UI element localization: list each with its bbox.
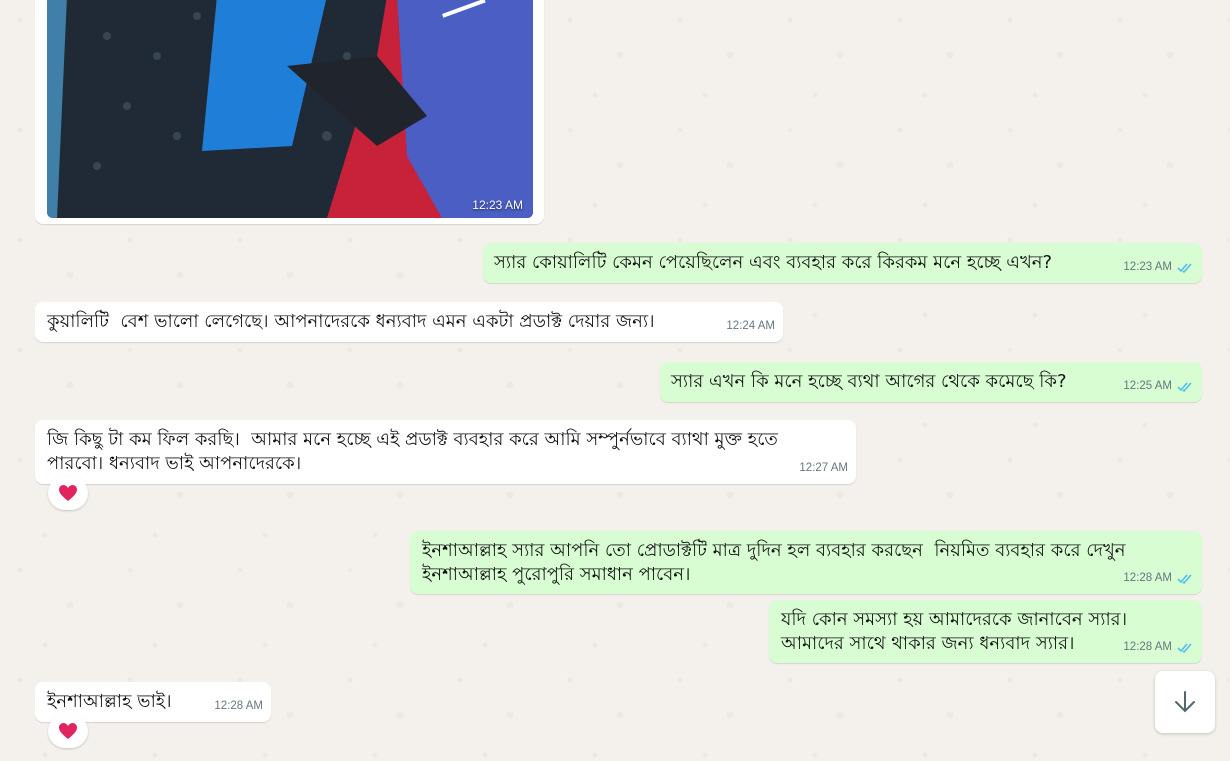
reaction-badge[interactable] xyxy=(48,476,88,510)
image-message[interactable]: 12:23 AM xyxy=(35,0,544,224)
message-timestamp: 12:28 AM xyxy=(1123,641,1172,653)
message-text: ইনশাআল্লাহ ভাই। xyxy=(47,691,172,712)
incoming-message[interactable]: কুয়ালিটি বেশ ভালো লেগেছে। আপনাদেরকে ধন্… xyxy=(35,302,783,342)
message-timestamp: 12:27 AM xyxy=(799,462,848,474)
message-text: কুয়ালিটি বেশ ভালো লেগেছে। আপনাদেরকে ধন্… xyxy=(47,311,655,332)
message-timestamp: 12:23 AM xyxy=(1123,261,1172,273)
message-text: স্যার এখন কি মনে হচ্ছে ব্যথা আগের থেকে ক… xyxy=(671,371,1067,392)
outgoing-message[interactable]: ইনশাআল্লাহ স্যার আপনি তো প্রোডাক্টটি মাত… xyxy=(410,531,1202,594)
message-timestamp: 12:25 AM xyxy=(1123,380,1172,392)
heart-icon xyxy=(59,485,77,501)
reaction-badge[interactable] xyxy=(48,714,88,748)
double-check-icon xyxy=(1177,262,1192,273)
heart-icon xyxy=(59,723,77,739)
message-text: যদি কোন সমস্যা হয় আমাদেরকে জানাবেন স্যা… xyxy=(781,609,1128,654)
outgoing-message[interactable]: যদি কোন সমস্যা হয় আমাদেরকে জানাবেন স্যা… xyxy=(769,600,1202,663)
double-check-icon xyxy=(1177,642,1192,653)
product-photo[interactable]: 12:23 AM xyxy=(47,0,533,218)
double-check-icon xyxy=(1177,573,1192,584)
double-check-icon xyxy=(1177,381,1192,392)
outgoing-message[interactable]: স্যার এখন কি মনে হচ্ছে ব্যথা আগের থেকে ক… xyxy=(660,362,1202,402)
message-text: জি কিছু টা কম ফিল করছি। আমার মনে হচ্ছে এ… xyxy=(47,429,784,474)
incoming-message[interactable]: জি কিছু টা কম ফিল করছি। আমার মনে হচ্ছে এ… xyxy=(35,420,856,484)
message-timestamp: 12:28 AM xyxy=(214,700,263,712)
arrow-down-icon xyxy=(1175,691,1195,713)
message-timestamp: 12:28 AM xyxy=(1123,572,1172,584)
image-timestamp: 12:23 AM xyxy=(472,198,523,212)
message-text: স্যার কোয়ালিটি কেমন পেয়েছিলেন এবং ব্যব… xyxy=(494,252,1053,273)
scroll-to-bottom-button[interactable] xyxy=(1155,671,1215,733)
message-text: ইনশাআল্লাহ স্যার আপনি তো প্রোডাক্টটি মাত… xyxy=(422,540,1132,585)
message-timestamp: 12:24 AM xyxy=(726,320,775,332)
outgoing-message[interactable]: স্যার কোয়ালিটি কেমন পেয়েছিলেন এবং ব্যব… xyxy=(483,243,1202,283)
